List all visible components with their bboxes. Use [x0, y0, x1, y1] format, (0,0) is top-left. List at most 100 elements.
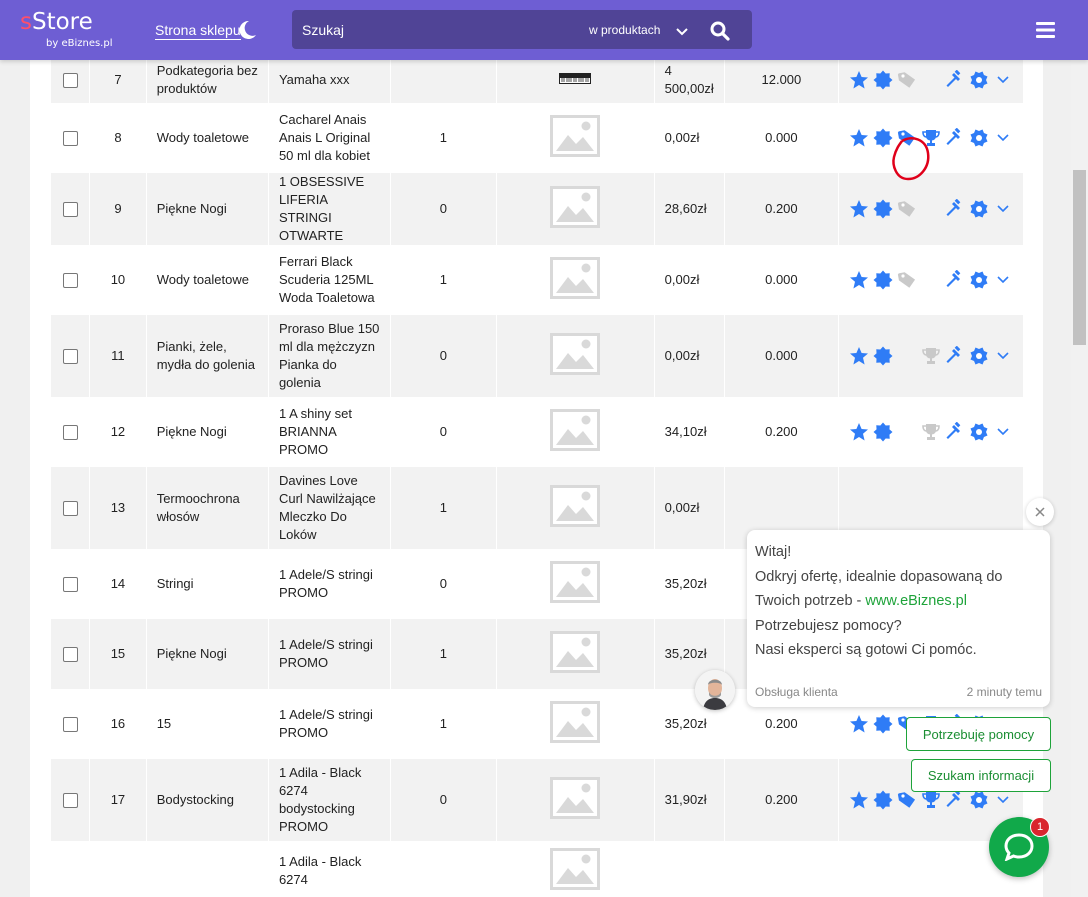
badge-icon[interactable] [873, 70, 893, 90]
row-checkbox[interactable] [62, 501, 78, 517]
trophy-icon[interactable] [921, 422, 941, 442]
badge-icon[interactable] [873, 422, 893, 442]
table-row[interactable]: 10 Wody toaletowe Ferrari Black Scuderia… [49, 245, 1023, 315]
star-icon[interactable] [849, 790, 869, 810]
row-checkbox[interactable] [62, 717, 78, 733]
product-name: 1 OBSESSIVE LIFERIA STRINGI OTWARTE [267, 173, 391, 245]
product-quantity: 0 [389, 549, 497, 619]
chevron-down-icon[interactable] [993, 199, 1013, 219]
chevron-down-icon[interactable] [993, 346, 1013, 366]
gear-icon[interactable] [969, 790, 989, 810]
row-checkbox[interactable] [62, 349, 78, 365]
product-name: 1 Adele/S stringi PROMO [267, 549, 391, 619]
close-icon[interactable] [1034, 506, 1046, 518]
tag-icon[interactable] [897, 70, 917, 90]
chevron-down-icon[interactable] [993, 270, 1013, 290]
table-row[interactable]: 1 Adila - Black 6274 [49, 841, 1023, 897]
product-category: Bodystocking [145, 759, 269, 841]
star-icon[interactable] [849, 70, 869, 90]
need-help-button[interactable]: Potrzebuję pomocy [906, 717, 1051, 751]
product-id: 13 [89, 467, 147, 549]
tag-icon[interactable] [897, 790, 917, 810]
chevron-down-icon[interactable] [993, 128, 1013, 148]
page-scrollbar-thumb[interactable] [1073, 170, 1086, 345]
product-quantity: 0 [389, 173, 497, 245]
chat-site-link[interactable]: www.eBiznes.pl [865, 593, 967, 609]
hammer-icon[interactable] [945, 270, 965, 290]
row-checkbox[interactable] [62, 793, 78, 809]
product-price: 0,00zł [653, 315, 725, 397]
star-icon[interactable] [849, 270, 869, 290]
row-checkbox[interactable] [62, 425, 78, 441]
product-id: 15 [89, 619, 147, 689]
agent-avatar [695, 670, 735, 710]
star-icon[interactable] [849, 714, 869, 734]
star-icon[interactable] [849, 199, 869, 219]
store-logo[interactable]: sStore by eBiznes.pl [20, 9, 113, 49]
chevron-down-icon[interactable] [993, 422, 1013, 442]
row-checkbox[interactable] [62, 202, 78, 218]
trophy-icon[interactable] [921, 346, 941, 366]
row-actions [849, 70, 1013, 90]
chat-close-button[interactable] [1026, 498, 1054, 526]
table-row[interactable]: 11 Pianki, żele, mydła do golenia Proras… [49, 315, 1023, 397]
search-box[interactable]: Szukaj w produktach [292, 10, 752, 49]
chat-message-bubble: Witaj! Odkryj ofertę, idealnie dopasowan… [747, 530, 1050, 707]
gear-icon[interactable] [969, 346, 989, 366]
product-image [496, 315, 655, 397]
badge-icon[interactable] [873, 199, 893, 219]
chevron-down-icon[interactable] [676, 24, 688, 42]
hammer-icon[interactable] [945, 199, 965, 219]
hammer-icon[interactable] [945, 422, 965, 442]
gear-icon[interactable] [969, 70, 989, 90]
row-checkbox[interactable] [62, 273, 78, 289]
chevron-down-icon[interactable] [993, 790, 1013, 810]
hammer-icon[interactable] [945, 70, 965, 90]
trophy-icon[interactable] [921, 790, 941, 810]
table-row[interactable]: 12 Piękne Nogi 1 A shiny set BRIANNA PRO… [49, 397, 1023, 467]
logo-by-text: by eBiznes.pl [46, 38, 113, 49]
tag-icon[interactable] [897, 199, 917, 219]
search-scope-select[interactable]: w produktach [589, 23, 660, 37]
star-icon[interactable] [849, 346, 869, 366]
gear-icon[interactable] [969, 422, 989, 442]
product-name: Ferrari Black Scuderia 125ML Woda Toalet… [267, 245, 391, 315]
row-checkbox[interactable] [62, 577, 78, 593]
product-quantity: 1 [389, 467, 497, 549]
product-image [496, 397, 655, 467]
row-actions [849, 199, 1013, 219]
badge-icon[interactable] [873, 790, 893, 810]
product-table: 5776 7 Podkategoria bez produktów Yamaha… [49, 10, 1023, 897]
search-input[interactable]: Szukaj [302, 22, 344, 38]
hammer-icon[interactable] [945, 128, 965, 148]
product-name: 1 Adele/S stringi PROMO [267, 689, 391, 759]
badge-icon[interactable] [873, 714, 893, 734]
row-checkbox[interactable] [62, 131, 78, 147]
shop-link[interactable]: Strona sklepu [155, 22, 241, 40]
star-icon[interactable] [849, 128, 869, 148]
badge-icon[interactable] [873, 270, 893, 290]
dark-mode-moon-icon[interactable] [236, 19, 258, 46]
search-icon[interactable] [710, 21, 730, 46]
gear-icon[interactable] [969, 128, 989, 148]
product-image [496, 549, 655, 619]
table-row[interactable]: 8 Wody toaletowe Cacharel Anais Anais L … [49, 103, 1023, 173]
row-checkbox[interactable] [62, 647, 78, 663]
row-actions [849, 270, 1013, 290]
table-row[interactable]: 9 Piękne Nogi 1 OBSESSIVE LIFERIA STRING… [49, 173, 1023, 245]
hammer-icon[interactable] [945, 790, 965, 810]
product-id: 14 [89, 549, 147, 619]
chevron-down-icon[interactable] [993, 70, 1013, 90]
gear-icon[interactable] [969, 270, 989, 290]
gear-icon[interactable] [969, 199, 989, 219]
hammer-icon[interactable] [945, 346, 965, 366]
star-icon[interactable] [849, 422, 869, 442]
table-row[interactable]: 7 Podkategoria bez produktów Yamaha xxx … [49, 57, 1023, 103]
row-checkbox[interactable] [62, 73, 78, 89]
badge-icon[interactable] [873, 346, 893, 366]
table-row[interactable]: 17 Bodystocking 1 Adila - Black 6274 bod… [49, 759, 1023, 841]
tag-icon[interactable] [897, 270, 917, 290]
looking-for-info-button[interactable]: Szukam informacji [911, 759, 1051, 792]
product-id: 17 [89, 759, 147, 841]
hamburger-menu-icon[interactable] [1036, 22, 1055, 43]
